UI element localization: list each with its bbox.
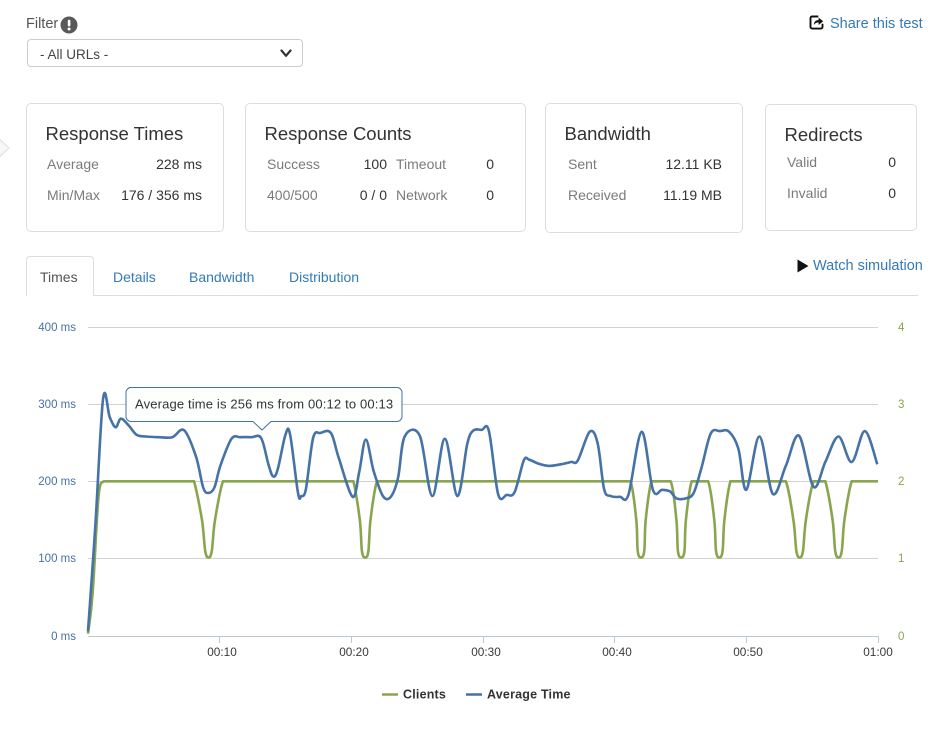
svg-text:00:40: 00:40 [602,645,632,659]
svg-text:3: 3 [898,399,904,411]
svg-text:100 ms: 100 ms [38,553,76,565]
svg-text:00:10: 00:10 [207,645,237,659]
svg-text:00:50: 00:50 [733,645,763,659]
svg-text:4: 4 [898,322,905,334]
svg-text:400 ms: 400 ms [38,322,76,334]
svg-text:Average time is 256 ms from 00: Average time is 256 ms from 00:12 to 00:… [135,397,393,412]
svg-text:Clients: Clients [403,688,446,702]
svg-text:0 ms: 0 ms [51,631,76,643]
svg-text:1: 1 [898,553,904,565]
svg-text:Average Time: Average Time [487,688,571,702]
svg-text:0: 0 [898,631,904,643]
svg-text:200 ms: 200 ms [38,476,76,488]
svg-text:300 ms: 300 ms [38,399,76,411]
svg-text:00:20: 00:20 [339,645,369,659]
svg-text:00:30: 00:30 [471,645,501,659]
svg-text:2: 2 [898,476,904,488]
svg-text:01:00: 01:00 [863,645,893,659]
